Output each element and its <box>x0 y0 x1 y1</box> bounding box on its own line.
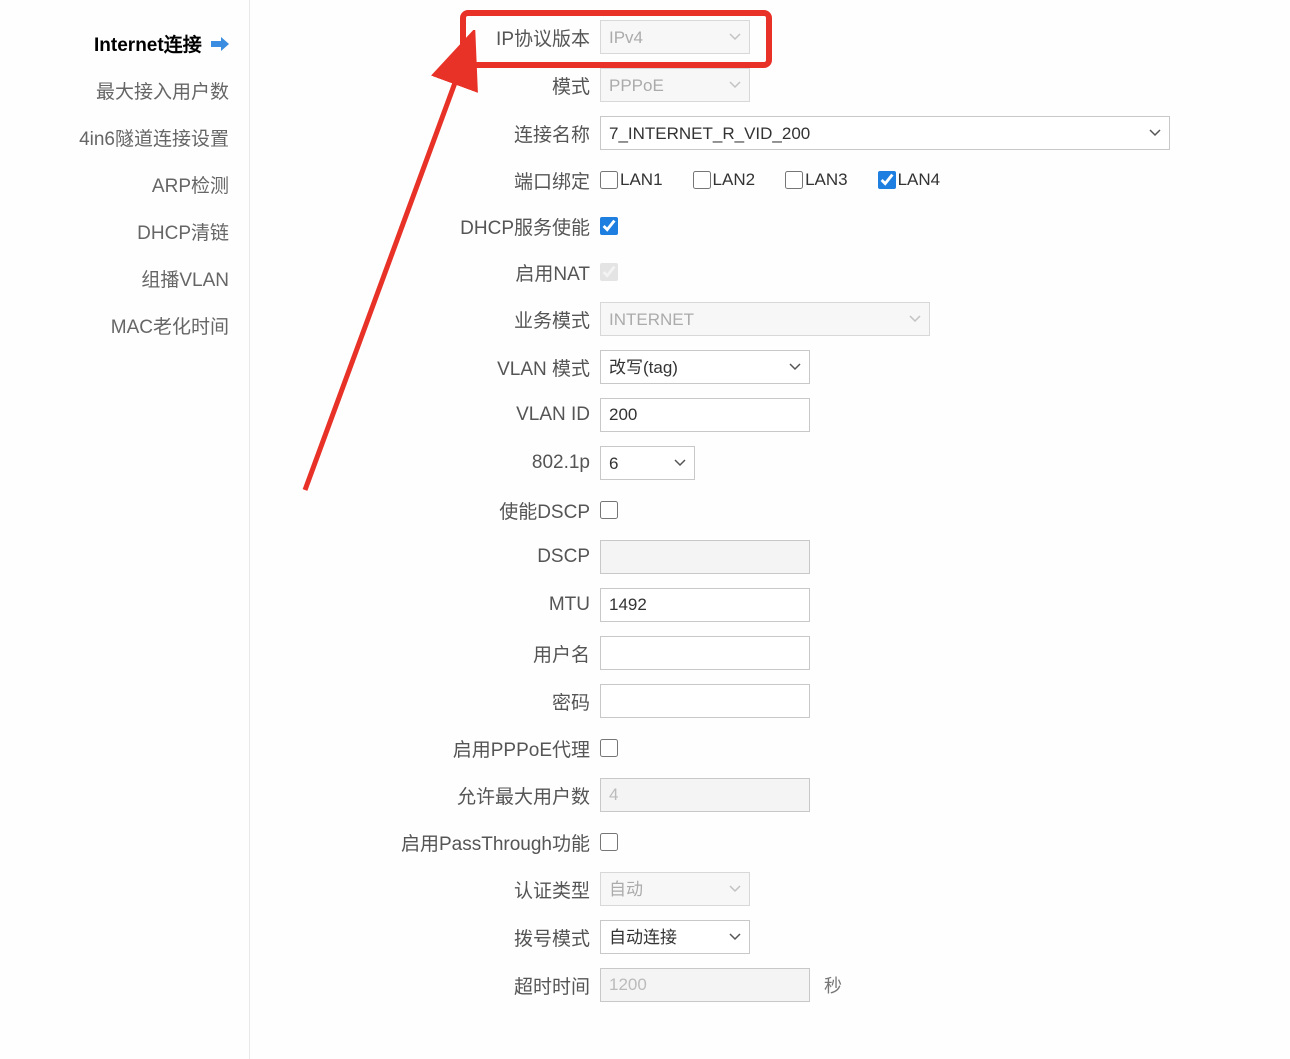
checkbox-lan2[interactable] <box>693 171 711 189</box>
label-password: 密码 <box>260 688 600 715</box>
label-timeout: 超时时间 <box>260 972 600 999</box>
input-dscp <box>600 540 810 574</box>
sidebar-item-arp[interactable]: ARP检测 <box>0 161 249 208</box>
sidebar-item-label: Internet连接 <box>94 35 202 56</box>
arrow-right-icon <box>211 35 229 57</box>
checkbox-lan2-wrap[interactable]: LAN2 <box>693 170 756 190</box>
select-service-mode[interactable]: INTERNET <box>600 302 930 336</box>
select-mode[interactable]: PPPoE <box>600 68 750 102</box>
checkbox-passthrough[interactable] <box>600 833 618 851</box>
sidebar-item-4in6[interactable]: 4in6隧道连接设置 <box>0 114 249 161</box>
input-max-users <box>600 778 810 812</box>
main-form: IP协议版本 IPv4 模式 PPPoE 连接名称 7_INTERNET_R_V… <box>260 20 1290 1016</box>
select-conn-name[interactable]: 7_INTERNET_R_VID_200 <box>600 116 1170 150</box>
select-auth-type[interactable]: 自动 <box>600 872 750 906</box>
checkbox-lan3-wrap[interactable]: LAN3 <box>785 170 848 190</box>
row-conn-name: 连接名称 7_INTERNET_R_VID_200 <box>260 116 1290 150</box>
row-dial-mode: 拨号模式 自动连接 <box>260 920 1290 954</box>
label-pppoe-proxy: 启用PPPoE代理 <box>260 735 600 762</box>
select-ip-version[interactable]: IPv4 <box>600 20 750 54</box>
row-auth-type: 认证类型 自动 <box>260 872 1290 906</box>
row-pppoe-proxy: 启用PPPoE代理 <box>260 732 1290 764</box>
checkbox-lan4[interactable] <box>878 171 896 189</box>
checkbox-lan3-label: LAN3 <box>805 170 848 190</box>
select-dot1p[interactable]: 6 <box>600 446 695 480</box>
sidebar-item-max-users[interactable]: 最大接入用户数 <box>0 67 249 114</box>
sidebar-item-label: 4in6隧道连接设置 <box>79 129 229 150</box>
row-username: 用户名 <box>260 636 1290 670</box>
label-username: 用户名 <box>260 640 600 667</box>
checkbox-lan4-label: LAN4 <box>898 170 941 190</box>
row-dscp: DSCP <box>260 540 1290 574</box>
input-mtu[interactable] <box>600 588 810 622</box>
input-password[interactable] <box>600 684 810 718</box>
sidebar-item-dhcp-clear[interactable]: DHCP清链 <box>0 208 249 255</box>
row-max-users: 允许最大用户数 <box>260 778 1290 812</box>
row-nat-enable: 启用NAT <box>260 256 1290 288</box>
label-ip-version: IP协议版本 <box>260 24 600 51</box>
row-passthrough: 启用PassThrough功能 <box>260 826 1290 858</box>
input-timeout <box>600 968 810 1002</box>
label-dial-mode: 拨号模式 <box>260 924 600 951</box>
checkbox-pppoe-proxy[interactable] <box>600 739 618 757</box>
label-nat-enable: 启用NAT <box>260 259 600 286</box>
row-timeout: 超时时间 秒 <box>260 968 1290 1002</box>
label-max-users: 允许最大用户数 <box>260 782 600 809</box>
sidebar-item-label: 最大接入用户数 <box>96 82 229 103</box>
select-dial-mode[interactable]: 自动连接 <box>600 920 750 954</box>
row-dhcp-enable: DHCP服务使能 <box>260 210 1290 242</box>
label-vlan-mode: VLAN 模式 <box>260 354 600 381</box>
label-service-mode: 业务模式 <box>260 306 600 333</box>
input-username[interactable] <box>600 636 810 670</box>
label-dscp: DSCP <box>260 546 600 568</box>
label-dscp-enable: 使能DSCP <box>260 497 600 524</box>
label-auth-type: 认证类型 <box>260 876 600 903</box>
sidebar-item-label: MAC老化时间 <box>111 317 229 338</box>
input-vlan-id[interactable] <box>600 398 810 432</box>
label-vlan-id: VLAN ID <box>260 404 600 426</box>
sidebar-item-multicast-vlan[interactable]: 组播VLAN <box>0 255 249 302</box>
checkbox-lan3[interactable] <box>785 171 803 189</box>
select-vlan-mode[interactable]: 改写(tag) <box>600 350 810 384</box>
checkbox-lan4-wrap[interactable]: LAN4 <box>878 170 941 190</box>
row-port-bind: 端口绑定 LAN1 LAN2 LAN3 LAN4 <box>260 164 1290 196</box>
label-mode: 模式 <box>260 72 600 99</box>
checkbox-nat-enable <box>600 263 618 281</box>
row-service-mode: 业务模式 INTERNET <box>260 302 1290 336</box>
label-port-bind: 端口绑定 <box>260 167 600 194</box>
checkbox-lan2-label: LAN2 <box>713 170 756 190</box>
sidebar: Internet连接 最大接入用户数 4in6隧道连接设置 ARP检测 DHCP… <box>0 0 250 1059</box>
checkbox-lan1-wrap[interactable]: LAN1 <box>600 170 663 190</box>
row-mode: 模式 PPPoE <box>260 68 1290 102</box>
row-ip-version: IP协议版本 IPv4 <box>260 20 1290 54</box>
row-dscp-enable: 使能DSCP <box>260 494 1290 526</box>
label-mtu: MTU <box>260 594 600 616</box>
checkbox-dhcp-enable[interactable] <box>600 217 618 235</box>
sidebar-item-label: 组播VLAN <box>141 270 229 291</box>
row-password: 密码 <box>260 684 1290 718</box>
label-conn-name: 连接名称 <box>260 120 600 147</box>
row-vlan-id: VLAN ID <box>260 398 1290 432</box>
row-vlan-mode: VLAN 模式 改写(tag) <box>260 350 1290 384</box>
checkbox-lan1-label: LAN1 <box>620 170 663 190</box>
sidebar-item-label: DHCP清链 <box>137 223 229 244</box>
row-dot1p: 802.1p 6 <box>260 446 1290 480</box>
label-dhcp-enable: DHCP服务使能 <box>260 213 600 240</box>
sidebar-item-label: ARP检测 <box>152 176 229 197</box>
sidebar-item-mac-aging[interactable]: MAC老化时间 <box>0 302 249 349</box>
checkbox-lan1[interactable] <box>600 171 618 189</box>
label-dot1p: 802.1p <box>260 452 600 474</box>
sidebar-item-internet[interactable]: Internet连接 <box>0 20 249 67</box>
timeout-unit: 秒 <box>824 972 842 998</box>
row-mtu: MTU <box>260 588 1290 622</box>
label-passthrough: 启用PassThrough功能 <box>260 829 600 856</box>
checkbox-dscp-enable[interactable] <box>600 501 618 519</box>
